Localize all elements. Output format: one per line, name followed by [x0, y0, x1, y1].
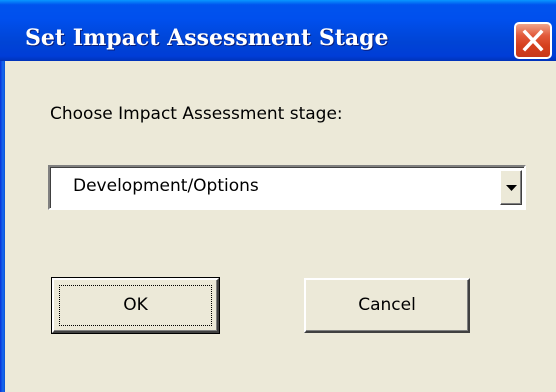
window-title: Set Impact Assessment Stage	[25, 25, 389, 51]
stage-prompt-label: Choose Impact Assessment stage:	[50, 104, 343, 124]
dropdown-button[interactable]	[500, 170, 522, 205]
cancel-button[interactable]: Cancel	[304, 278, 470, 333]
ok-button[interactable]: OK	[51, 277, 220, 334]
stage-dropdown-value: Development/Options	[73, 176, 259, 196]
close-icon	[522, 29, 544, 52]
chevron-down-icon	[506, 185, 517, 191]
stage-dropdown[interactable]: Development/Options	[48, 165, 526, 210]
close-button[interactable]	[514, 22, 552, 59]
title-bar[interactable]: Set Impact Assessment Stage	[0, 0, 556, 61]
focus-rectangle	[59, 285, 212, 326]
cancel-button-label: Cancel	[358, 295, 416, 315]
